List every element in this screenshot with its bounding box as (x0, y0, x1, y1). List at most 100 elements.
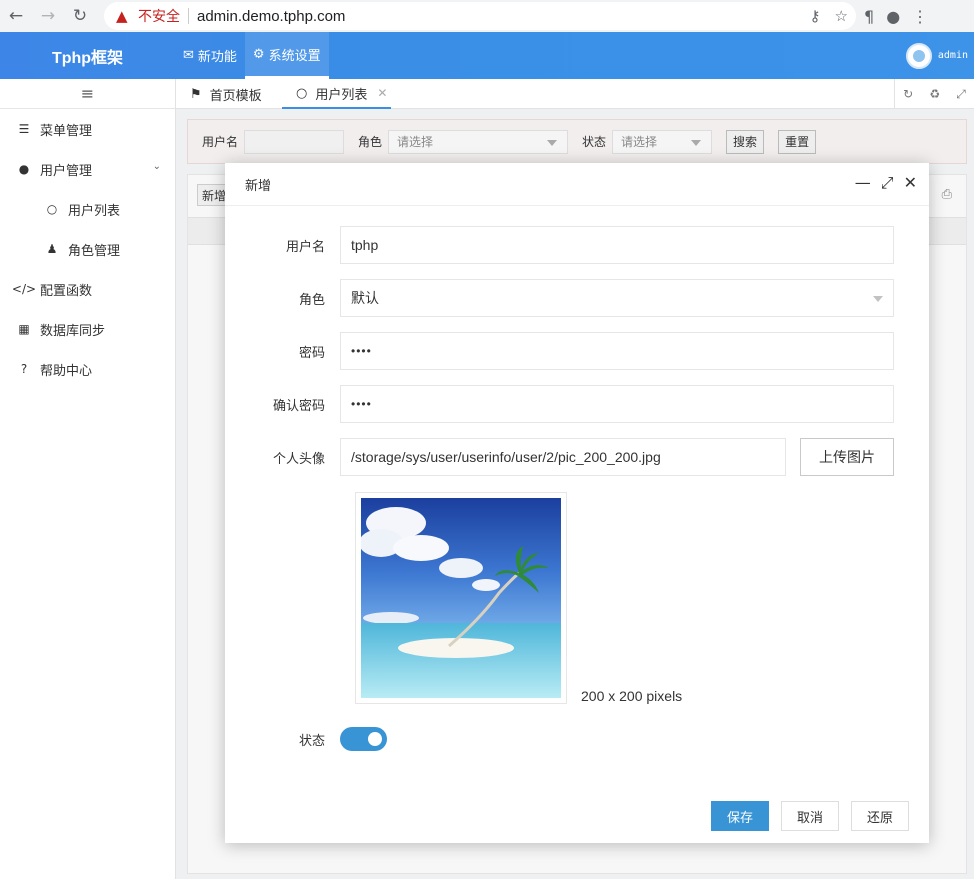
star-icon[interactable]: ☆ (835, 7, 848, 25)
sidebar-item-label: 角色管理 (68, 243, 121, 259)
minimize-icon[interactable]: — (855, 173, 871, 193)
code-icon: </> (11, 282, 37, 296)
sidebar-item-help[interactable]: ? 帮助中心 (0, 349, 175, 389)
status-row: 状态 (225, 727, 387, 751)
tab-label: 首页模板 (209, 88, 262, 104)
username-input[interactable]: tphp (340, 226, 894, 264)
avatar-label: 个人头像 (272, 451, 325, 467)
browser-toolbar: ← → ↻ ▲ 不安全 admin.demo.tphp.com ⚷ ☆ ¶ ● … (0, 0, 974, 32)
menu-dots-icon[interactable]: ⋮ (912, 7, 928, 26)
search-username-input[interactable] (244, 129, 345, 154)
search-status-label: 状态 (582, 135, 607, 149)
avatar (905, 42, 932, 69)
sidebar-item-label: 用户列表 (68, 203, 121, 219)
sidebar-item-label: 菜单管理 (40, 123, 93, 139)
username-label: 用户名 (285, 239, 325, 255)
app-header: Tphp框架 ✉ 新功能 ⚙ 系统设置 admin (0, 32, 974, 79)
address-bar[interactable]: ▲ 不安全 admin.demo.tphp.com ⚷ ☆ (104, 2, 856, 30)
forward-arrow-icon[interactable]: → (32, 2, 64, 30)
role-label: 角色 (298, 292, 325, 308)
gear-icon: ⚙ (252, 46, 265, 62)
warning-triangle-icon: ▲ (116, 7, 128, 25)
tab-tools: ↻ ♻ ⤢ (894, 79, 974, 109)
status-toggle[interactable] (340, 727, 387, 751)
beach-palm-image (359, 498, 561, 698)
sidebar-item-config[interactable]: </> 配置函数 (0, 269, 175, 309)
chevron-down-icon: ⌄ (152, 161, 161, 172)
dialog-title: 新增 (225, 163, 929, 206)
avatar-row: 个人头像 /storage/sys/user/userinfo/user/2/p… (225, 438, 894, 476)
upload-image-button[interactable]: 上传图片 (800, 438, 894, 476)
key-icon[interactable]: ⚷ (810, 7, 821, 25)
search-username-label: 用户名 (202, 135, 239, 149)
username: admin (937, 50, 968, 61)
search-role-select[interactable]: 请选择 (388, 129, 569, 154)
status-label: 状态 (298, 733, 325, 749)
profile-icon[interactable]: ● (886, 7, 900, 26)
recycle-icon[interactable]: ♻ (929, 87, 940, 101)
topnav-label: 系统设置 (268, 48, 321, 64)
brand-title[interactable]: Tphp框架 (0, 32, 175, 79)
password-label: 密码 (298, 345, 325, 361)
role-select[interactable]: 默认 (340, 279, 894, 317)
security-label[interactable]: 不安全 (138, 6, 180, 26)
topnav-new-features[interactable]: ✉ 新功能 (175, 32, 245, 79)
tab-user-list[interactable]: ○ 用户列表 ✕ (282, 79, 392, 109)
sidebar-item-users[interactable]: ● 用户管理 ⌄ (0, 149, 175, 189)
save-button[interactable]: 保存 (710, 801, 769, 831)
restore-button[interactable]: 还原 (850, 801, 909, 831)
confirm-password-input[interactable]: •••• (340, 385, 894, 423)
tab-label: 用户列表 (315, 87, 368, 103)
username-row: 用户名 tphp (225, 226, 894, 264)
print-icon[interactable]: ⎙ (942, 187, 952, 202)
search-button[interactable]: 搜索 (726, 129, 765, 154)
tab-home-template[interactable]: ⚑ 首页模板 (190, 79, 262, 109)
avatar-path-input[interactable]: /storage/sys/user/userinfo/user/2/pic_20… (340, 438, 786, 476)
fullscreen-icon[interactable]: ⤢ (956, 87, 966, 102)
sidebar-item-label: 数据库同步 (40, 323, 106, 339)
sidebar-item-db-sync[interactable]: ▦ 数据库同步 (0, 309, 175, 349)
search-role-label: 角色 (358, 135, 383, 149)
extension-icon[interactable]: ¶ (864, 7, 874, 26)
confirm-password-label: 确认密码 (272, 398, 325, 414)
close-icon[interactable]: ✕ (377, 86, 387, 100)
maximize-icon[interactable]: ⤢ (881, 173, 894, 193)
reset-button[interactable]: 重置 (778, 129, 817, 154)
search-panel: 用户名 角色 请选择 状态 请选择 搜索 重置 (187, 119, 967, 164)
search-status-select[interactable]: 请选择 (612, 129, 713, 154)
divider (188, 8, 189, 24)
close-icon[interactable]: ✕ (904, 173, 917, 193)
role-row: 角色 默认 (225, 279, 894, 317)
reload-icon[interactable]: ↻ (64, 2, 96, 30)
sidebar: ≡ ☰ 菜单管理 ● 用户管理 ⌄ ○ 用户列表 ♟ 角色管理 </> 配置函数… (0, 79, 176, 879)
avatar-preview (355, 492, 567, 704)
person-icon: ♟ (46, 242, 58, 256)
url-text[interactable]: admin.demo.tphp.com (197, 8, 345, 25)
password-row: 密码 •••• (225, 332, 894, 370)
tabs-bar: ⚑ 首页模板 ○ 用户列表 ✕ ↻ ♻ ⤢ (176, 79, 974, 109)
sidebar-item-user-list[interactable]: ○ 用户列表 (0, 189, 175, 229)
table-icon: ▦ (18, 322, 30, 336)
top-nav: ✉ 新功能 ⚙ 系统设置 (175, 32, 329, 79)
image-size-note: 200 x 200 pixels (581, 688, 683, 704)
sidebar-item-label: 用户管理 (40, 163, 93, 179)
topnav-system-settings[interactable]: ⚙ 系统设置 (244, 32, 329, 79)
user-outline-icon: ○ (46, 202, 58, 216)
sidebar-collapse-icon[interactable]: ≡ (0, 79, 175, 109)
dialog-footer: 保存 取消 还原 (710, 801, 909, 831)
sidebar-item-label: 配置函数 (40, 283, 93, 299)
sidebar-item-roles[interactable]: ♟ 角色管理 (0, 229, 175, 269)
sidebar-item-label: 帮助中心 (40, 363, 93, 379)
user-outline-icon: ○ (296, 85, 308, 101)
sidebar-item-menu[interactable]: ☰ 菜单管理 (0, 109, 175, 149)
question-icon: ? (20, 362, 28, 376)
back-arrow-icon[interactable]: ← (0, 2, 32, 30)
user-icon: ● (18, 162, 30, 176)
cancel-button[interactable]: 取消 (780, 801, 839, 831)
topnav-label: 新功能 (197, 50, 237, 65)
add-user-dialog: 新增 — ⤢ ✕ 用户名 tphp 角色 默认 密码 •••• 确认密码 •••… (225, 163, 929, 843)
refresh-icon[interactable]: ↻ (903, 87, 913, 101)
user-menu[interactable]: admin (905, 32, 968, 79)
password-input[interactable]: •••• (340, 332, 894, 370)
flag-icon: ⚑ (190, 86, 202, 102)
